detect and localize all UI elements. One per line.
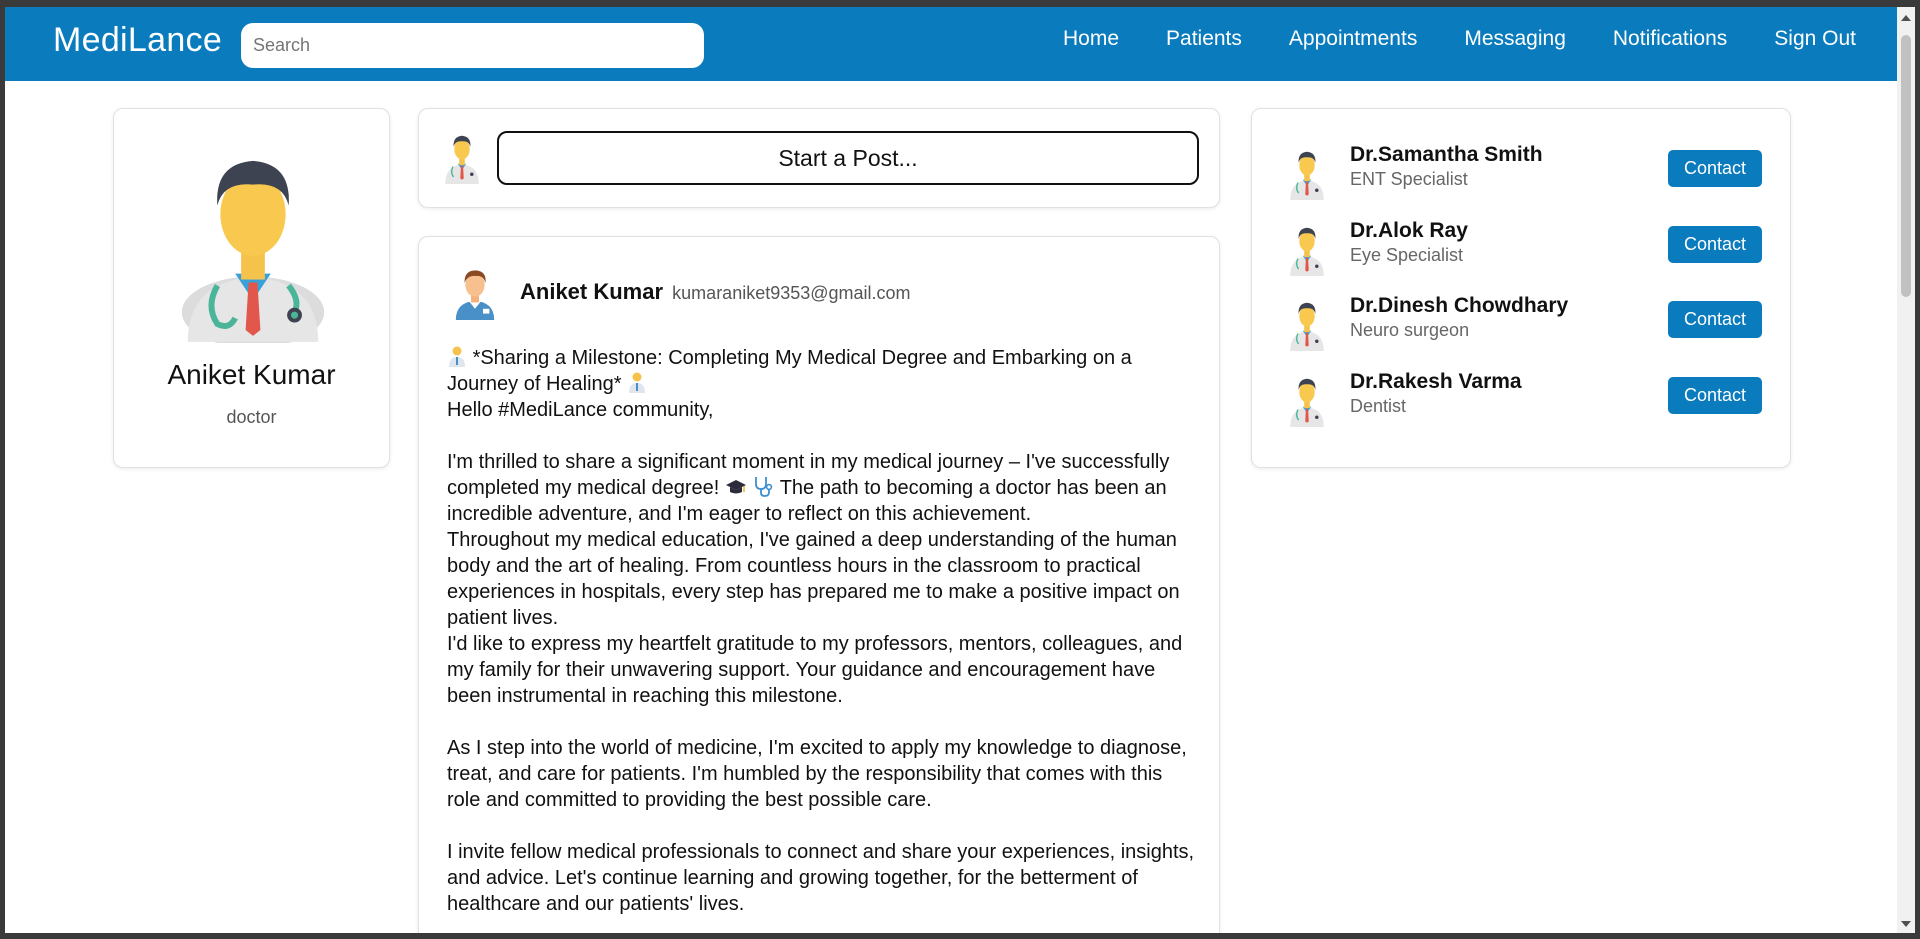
doctor-specialty: Dentist [1350,396,1407,416]
doctor-avatar-icon [1290,227,1324,276]
post-headline-text: *Sharing a Milestone: Completing My Medi… [447,347,1132,395]
post-body: *Sharing a Milestone: Completing My Medi… [447,345,1197,917]
doctor-list-item: Dr.Alok Ray Eye Specialist Contact [1252,213,1792,283]
post-author-name[interactable]: Aniket Kumar [520,279,663,304]
post-paragraph-3: I'd like to express my heartfelt gratitu… [447,633,1183,707]
doctor-name: Dr.Samantha Smith [1350,143,1543,166]
profile-role: doctor [226,407,277,427]
stethoscope-icon [755,477,773,497]
contact-button[interactable]: Contact [1668,226,1762,263]
profile-name: Aniket Kumar [167,359,336,390]
post-paragraph-4: As I step into the world of medicine, I'… [447,737,1187,811]
doctor-avatar-icon [445,135,479,184]
post-author: Aniket Kumar kumaraniket9353@gmail.com [520,279,911,305]
doctor-avatar-icon [1290,302,1324,351]
post-paragraph-5: I invite fellow medical professionals to… [447,841,1195,915]
start-post-button[interactable]: Start a Post... [497,131,1199,185]
nav-links: Home Patients Appointments Messaging Not… [1016,27,1856,51]
top-navbar: MediLance Home Patients Appointments Mes… [5,7,1897,81]
doctor-specialty: Neuro surgeon [1350,320,1470,340]
doctor-name: Dr.Rakesh Varma [1350,370,1522,393]
doctors-list-card: Dr.Samantha Smith ENT Specialist Contact… [1251,108,1791,468]
doctor-specialty: Eye Specialist [1350,245,1464,265]
profile-card: Aniket Kumar doctor [113,108,390,468]
nav-patients[interactable]: Patients [1166,27,1242,51]
doctor-emoji-icon [449,346,465,367]
doctor-avatar-icon [181,160,325,343]
nav-appointments[interactable]: Appointments [1289,27,1417,51]
brand-logo[interactable]: MediLance [53,21,222,60]
nav-home[interactable]: Home [1063,27,1119,51]
post-card: Aniket Kumar kumaraniket9353@gmail.com *… [418,236,1220,933]
user-avatar-icon[interactable] [451,263,499,321]
nav-sign-out[interactable]: Sign Out [1774,27,1856,51]
contact-button[interactable]: Contact [1668,377,1762,414]
doctor-list-item: Dr.Rakesh Varma Dentist Contact [1252,364,1792,434]
doctor-name: Dr.Alok Ray [1350,219,1468,242]
contact-button[interactable]: Contact [1668,301,1762,338]
scrollbar-thumb[interactable] [1901,35,1911,297]
post-greeting: Hello #MediLance community, [447,399,714,421]
nav-notifications[interactable]: Notifications [1613,27,1727,51]
vertical-scrollbar[interactable] [1897,7,1915,933]
scroll-up-arrow-icon[interactable] [1901,15,1911,21]
post-paragraph-2: Throughout my medical education, I've ga… [447,529,1180,629]
doctor-avatar-icon [1290,151,1324,200]
composer-card: Start a Post... [418,108,1220,208]
app-window: MediLance Home Patients Appointments Mes… [5,7,1915,933]
scroll-down-arrow-icon[interactable] [1901,921,1911,927]
nav-messaging[interactable]: Messaging [1464,27,1566,51]
post-paragraph-1: I'm thrilled to share a significant mome… [447,449,1197,527]
post-headline: *Sharing a Milestone: Completing My Medi… [447,345,1197,397]
doctor-avatar-icon [1290,378,1324,427]
post-author-email: kumaraniket9353@gmail.com [672,283,911,303]
search-input[interactable] [241,23,704,68]
doctor-name: Dr.Dinesh Chowdhary [1350,294,1569,317]
doctor-list-item: Dr.Dinesh Chowdhary Neuro surgeon Contac… [1252,288,1792,358]
doctor-specialty: ENT Specialist [1350,169,1468,189]
doctor-emoji-icon [629,372,646,393]
doctor-list-item: Dr.Samantha Smith ENT Specialist Contact [1252,137,1792,207]
graduation-cap-icon [725,480,746,494]
contact-button[interactable]: Contact [1668,150,1762,187]
